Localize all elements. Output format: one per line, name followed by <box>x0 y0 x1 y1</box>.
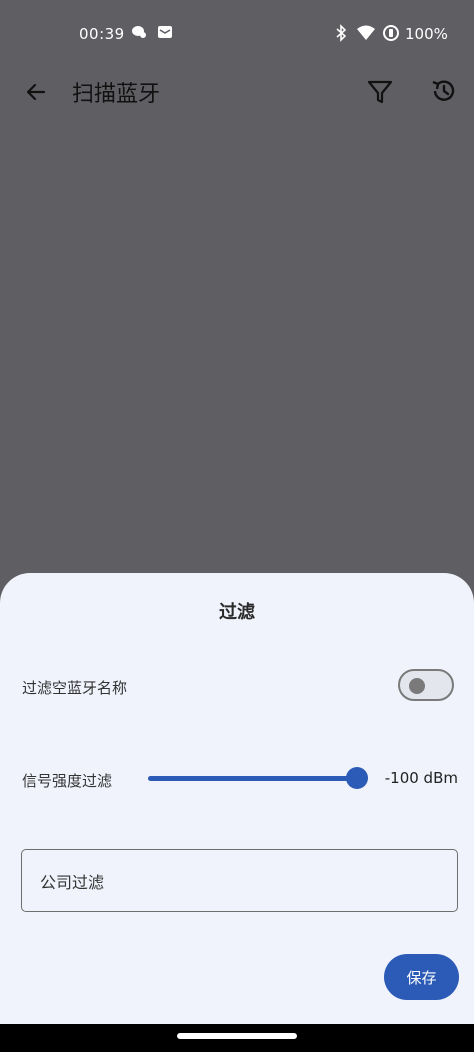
filter-empty-name-toggle[interactable] <box>398 669 454 701</box>
status-bar: 00:39 100% <box>0 0 474 64</box>
signal-strength-label: 信号强度过滤 <box>22 772 113 790</box>
slider-active-track <box>148 776 357 781</box>
sheet-title: 过滤 <box>219 602 255 623</box>
home-gesture-handle[interactable] <box>177 1033 297 1039</box>
status-time: 00:39 <box>79 25 125 43</box>
filter-empty-name-label: 过滤空蓝牙名称 <box>22 679 128 697</box>
mail-icon <box>157 24 173 40</box>
slider-thumb[interactable] <box>346 767 368 789</box>
back-arrow-icon <box>26 83 46 101</box>
signal-strength-value: -100 dBm <box>384 769 458 787</box>
company-filter-input[interactable]: 公司过滤 <box>21 849 458 912</box>
app-bar: 扫描蓝牙 <box>0 64 474 120</box>
navigation-bar <box>0 1024 474 1052</box>
filter-button[interactable] <box>362 74 398 110</box>
battery-percent: 100% <box>405 25 448 43</box>
history-button[interactable] <box>425 72 463 110</box>
signal-strength-slider[interactable] <box>148 767 368 791</box>
toggle-knob <box>409 678 425 694</box>
save-button[interactable]: 保存 <box>384 954 459 1000</box>
battery-saver-icon <box>382 24 400 42</box>
wifi-icon <box>356 24 376 42</box>
history-icon <box>432 80 455 101</box>
bluetooth-icon <box>334 24 348 42</box>
filter-icon <box>367 80 393 104</box>
filter-bottom-sheet: 过滤 过滤空蓝牙名称 信号强度过滤 -100 dBm 公司过滤 保存 <box>0 573 474 1052</box>
page-title: 扫描蓝牙 <box>72 82 161 107</box>
chat-bubble-icon <box>131 24 147 40</box>
back-button[interactable] <box>20 76 52 108</box>
company-filter-placeholder: 公司过滤 <box>40 873 105 892</box>
